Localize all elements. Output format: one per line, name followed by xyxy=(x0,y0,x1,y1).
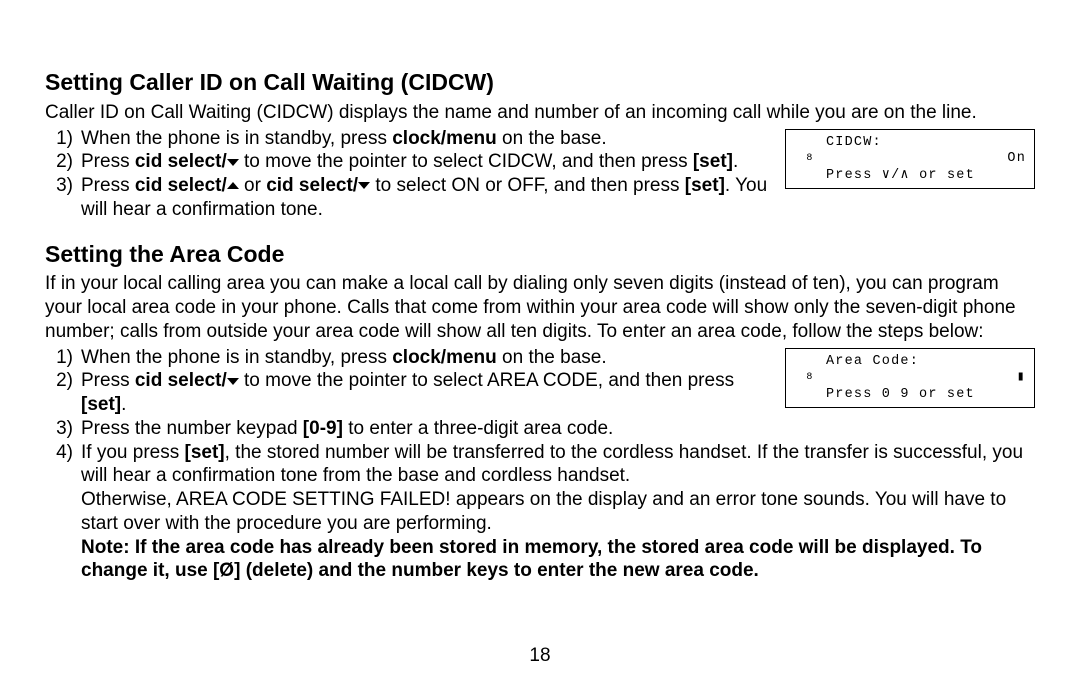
step-text: When the phone is in standby, press xyxy=(81,347,392,368)
step-cidcw-3: 3) Press cid select/ or cid select/ to s… xyxy=(45,174,773,222)
lcd-area-code: 8 Area Code: ▮ Press 0 9 or set xyxy=(785,348,1035,408)
page-number: 18 xyxy=(0,644,1080,668)
step-number: 3) xyxy=(45,174,81,222)
key-cid-select: cid select/ xyxy=(266,175,358,196)
step-cidcw-2: 2) Press cid select/ to move the pointer… xyxy=(45,150,773,174)
up-arrow-icon xyxy=(227,182,239,189)
key-cid-select: cid select/ xyxy=(135,370,227,391)
lcd-line3: Press ∨/∧ or set xyxy=(826,168,1026,185)
down-arrow-icon xyxy=(227,159,239,166)
step-text: Press xyxy=(81,151,135,172)
key-clock-menu: clock/menu xyxy=(392,128,497,149)
step-text: Press the number keypad xyxy=(81,418,303,439)
key-cid-select: cid select/ xyxy=(135,175,227,196)
step-text: If you press xyxy=(81,442,185,463)
step-text: Press xyxy=(81,370,135,391)
step-number: 2) xyxy=(45,150,81,174)
lcd-line2: On xyxy=(826,151,1026,168)
step-text: . xyxy=(121,394,126,415)
step-number: 1) xyxy=(45,127,81,151)
step-text: . xyxy=(733,151,738,172)
lcd-battery-icon: 8 xyxy=(806,154,813,164)
step-number: 4) xyxy=(45,441,81,489)
area-code-note: Note: If the area code has already been … xyxy=(45,536,1035,584)
step-number: 1) xyxy=(45,346,81,370)
key-set: [set] xyxy=(185,442,225,463)
step-text: When the phone is in standby, press xyxy=(81,128,392,149)
step-area-1: 1) When the phone is in standby, press c… xyxy=(45,346,773,370)
down-arrow-icon xyxy=(227,378,239,385)
step-text: to move the pointer to select CIDCW, and… xyxy=(239,151,693,172)
lcd-battery-icon: 8 xyxy=(806,373,813,383)
key-clock-menu: clock/menu xyxy=(392,347,497,368)
intro-cidcw: Caller ID on Call Waiting (CIDCW) displa… xyxy=(45,101,1035,125)
down-arrow-icon xyxy=(358,182,370,189)
key-set: [set] xyxy=(693,151,733,172)
lcd-line2: ▮ xyxy=(826,370,1026,387)
step-area-2: 2) Press cid select/ to move the pointer… xyxy=(45,369,773,417)
step-text: to enter a three-digit area code. xyxy=(343,418,613,439)
heading-area-code: Setting the Area Code xyxy=(45,240,1035,269)
step-text: or xyxy=(239,175,266,196)
step-area-4: 4) If you press [set], the stored number… xyxy=(45,441,1035,489)
heading-cidcw: Setting Caller ID on Call Waiting (CIDCW… xyxy=(45,68,1035,97)
intro-area-code: If in your local calling area you can ma… xyxy=(45,272,1035,343)
step-text: to select ON or OFF, and then press xyxy=(370,175,685,196)
step-text: on the base. xyxy=(497,128,607,149)
step-cidcw-1: 1) When the phone is in standby, press c… xyxy=(45,127,773,151)
lcd-cidcw: 8 CIDCW: On Press ∨/∧ or set xyxy=(785,129,1035,189)
key-set: [set] xyxy=(685,175,725,196)
step-text: Press xyxy=(81,175,135,196)
lcd-line3: Press 0 9 or set xyxy=(826,387,1026,404)
key-0-9: [0-9] xyxy=(303,418,343,439)
step-number: 2) xyxy=(45,369,81,417)
step-text: to move the pointer to select AREA CODE,… xyxy=(239,370,734,391)
step-number: 3) xyxy=(45,417,81,441)
lcd-line1: CIDCW: xyxy=(826,135,1026,152)
step-text: on the base. xyxy=(497,347,607,368)
key-set: [set] xyxy=(81,394,121,415)
key-cid-select: cid select/ xyxy=(135,151,227,172)
step-area-4-extra: Otherwise, AREA CODE SETTING FAILED! app… xyxy=(45,488,1035,536)
lcd-line1: Area Code: xyxy=(826,354,1026,371)
step-area-3: 3) Press the number keypad [0-9] to ente… xyxy=(45,417,1035,441)
